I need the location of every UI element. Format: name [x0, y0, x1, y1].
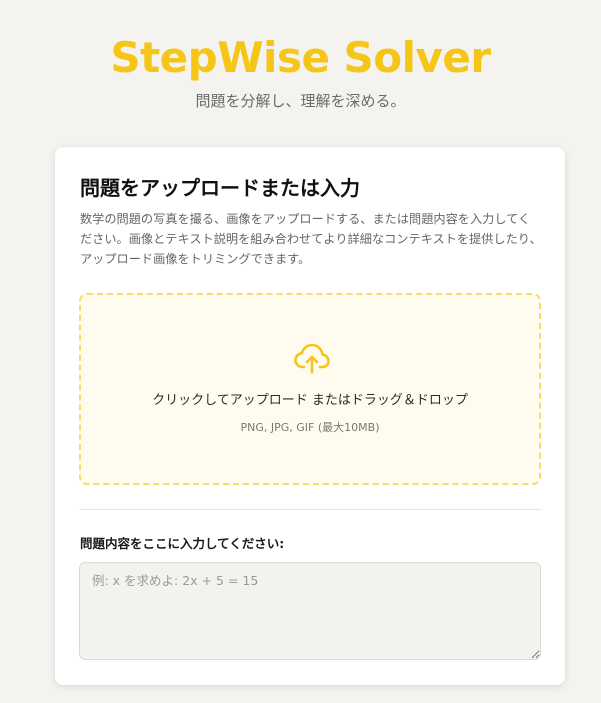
upload-dropzone[interactable]: クリックしてアップロード またはドラッグ＆ドロップ PNG, JPG, GIF … — [79, 293, 541, 485]
problem-input[interactable] — [79, 562, 541, 660]
section-divider — [79, 509, 541, 510]
problem-input-label: 問題内容をここに入力してください: — [80, 536, 285, 551]
dropzone-hint: PNG, JPG, GIF (最大10MB) — [240, 421, 380, 434]
upload-card: 問題をアップロードまたは入力 数学の問題の写真を撮る、画像をアップロードする、ま… — [55, 147, 565, 685]
cloud-upload-icon — [293, 341, 331, 375]
dropzone-label: クリックしてアップロード またはドラッグ＆ドロップ — [152, 393, 468, 408]
app-subtitle: 問題を分解し、理解を深める。 — [195, 92, 406, 110]
page: StepWise Solver 問題を分解し、理解を深める。 問題をアップロード… — [0, 0, 601, 703]
app-title: StepWise Solver — [110, 33, 491, 82]
card-title: 問題をアップロードまたは入力 — [80, 176, 360, 200]
card-description: 数学の問題の写真を撮る、画像をアップロードする、または問題内容を入力してください… — [80, 212, 542, 266]
